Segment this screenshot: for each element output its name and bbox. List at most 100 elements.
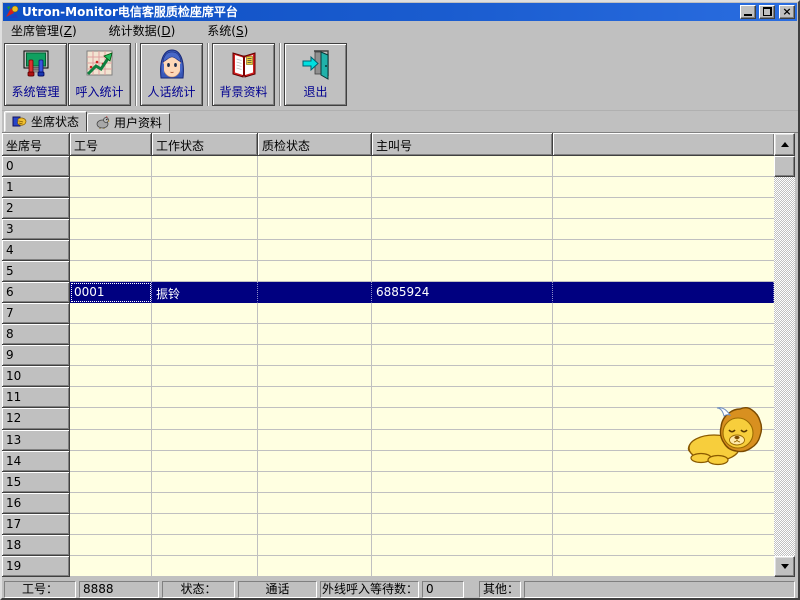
grid-cell[interactable]: [372, 387, 553, 408]
grid-cell[interactable]: [152, 493, 258, 514]
grid-cell[interactable]: [152, 514, 258, 535]
close-button[interactable]: ×: [779, 5, 795, 19]
table-row[interactable]: 15: [2, 472, 774, 493]
grid-cell[interactable]: [70, 156, 152, 177]
scrollbar-thumb[interactable]: [774, 156, 795, 177]
grid-cell[interactable]: [152, 261, 258, 282]
grid-cell[interactable]: [70, 430, 152, 451]
grid-cell[interactable]: [258, 535, 372, 556]
system-manage-button[interactable]: 系统管理: [4, 43, 67, 106]
grid-cell[interactable]: [152, 219, 258, 240]
seat-number-cell[interactable]: 16: [2, 493, 70, 514]
grid-cell[interactable]: [258, 219, 372, 240]
column-header-worker-id[interactable]: 工号: [70, 133, 152, 156]
grid-cell[interactable]: [372, 472, 553, 493]
grid-cell[interactable]: [70, 366, 152, 387]
table-row[interactable]: 4: [2, 240, 774, 261]
seat-number-cell[interactable]: 18: [2, 535, 70, 556]
grid-cell[interactable]: 0001: [70, 282, 152, 303]
seat-number-cell[interactable]: 1: [2, 177, 70, 198]
grid-cell[interactable]: [152, 430, 258, 451]
grid-cell[interactable]: [258, 408, 372, 429]
grid-cell[interactable]: [152, 556, 258, 577]
table-row[interactable]: 1: [2, 177, 774, 198]
column-header-seat[interactable]: 坐席号: [2, 133, 70, 156]
seat-number-cell[interactable]: 9: [2, 345, 70, 366]
column-header-qc-state[interactable]: 质检状态: [258, 133, 372, 156]
grid-cell[interactable]: [258, 198, 372, 219]
incoming-stats-button[interactable]: 呼入统计: [68, 43, 131, 106]
grid-cell[interactable]: [70, 177, 152, 198]
menu-statistics-data[interactable]: 统计数据(D): [103, 20, 182, 41]
column-header-work-state[interactable]: 工作状态: [152, 133, 258, 156]
grid-cell[interactable]: [70, 556, 152, 577]
seat-number-cell[interactable]: 14: [2, 451, 70, 472]
grid-cell[interactable]: [258, 303, 372, 324]
grid-cell[interactable]: [70, 472, 152, 493]
table-row[interactable]: 0: [2, 156, 774, 177]
seat-number-cell[interactable]: 2: [2, 198, 70, 219]
grid-cell[interactable]: [372, 240, 553, 261]
grid-cell[interactable]: [70, 219, 152, 240]
table-row-selected[interactable]: 60001振铃6885924: [2, 282, 774, 303]
table-row[interactable]: 3: [2, 219, 774, 240]
table-row[interactable]: 11: [2, 387, 774, 408]
menu-system[interactable]: 系统(S): [201, 20, 254, 41]
grid-cell[interactable]: [152, 408, 258, 429]
seat-number-cell[interactable]: 11: [2, 387, 70, 408]
table-row[interactable]: 16: [2, 493, 774, 514]
grid-cell[interactable]: [70, 514, 152, 535]
table-row[interactable]: 19: [2, 556, 774, 577]
seat-number-cell[interactable]: 5: [2, 261, 70, 282]
column-header-caller-number[interactable]: 主叫号: [372, 133, 553, 156]
grid-cell[interactable]: 振铃: [152, 282, 258, 303]
grid-cell[interactable]: [372, 219, 553, 240]
seat-number-cell[interactable]: 10: [2, 366, 70, 387]
table-row[interactable]: 14: [2, 451, 774, 472]
background-data-button[interactable]: 背景资料: [212, 43, 275, 106]
grid-cell[interactable]: [258, 324, 372, 345]
seat-number-cell[interactable]: 0: [2, 156, 70, 177]
table-row[interactable]: 13: [2, 430, 774, 451]
grid-cell[interactable]: [152, 451, 258, 472]
grid-cell[interactable]: [70, 451, 152, 472]
grid-cell[interactable]: [372, 408, 553, 429]
table-row[interactable]: 2: [2, 198, 774, 219]
grid-cell[interactable]: [372, 366, 553, 387]
seat-number-cell[interactable]: 8: [2, 324, 70, 345]
tab-user-data[interactable]: 用户资料: [87, 113, 170, 132]
table-row[interactable]: 5: [2, 261, 774, 282]
grid-cell[interactable]: [372, 177, 553, 198]
grid-cell[interactable]: [152, 366, 258, 387]
grid-cell[interactable]: [258, 261, 372, 282]
grid-cell[interactable]: [372, 535, 553, 556]
seat-number-cell[interactable]: 19: [2, 556, 70, 577]
grid-cell[interactable]: 6885924: [372, 282, 553, 303]
grid-cell[interactable]: [258, 282, 372, 303]
table-row[interactable]: 8: [2, 324, 774, 345]
grid-cell[interactable]: [70, 493, 152, 514]
grid-cell[interactable]: [258, 493, 372, 514]
grid-cell[interactable]: [152, 324, 258, 345]
grid-cell[interactable]: [258, 556, 372, 577]
grid-cell[interactable]: [258, 472, 372, 493]
grid-cell[interactable]: [372, 261, 553, 282]
exit-button[interactable]: 退出: [284, 43, 347, 106]
seat-number-cell[interactable]: 3: [2, 219, 70, 240]
grid-cell[interactable]: [152, 198, 258, 219]
table-row[interactable]: 10: [2, 366, 774, 387]
seat-number-cell[interactable]: 17: [2, 514, 70, 535]
grid-cell[interactable]: [372, 430, 553, 451]
grid-cell[interactable]: [258, 177, 372, 198]
grid-cell[interactable]: [372, 303, 553, 324]
call-stats-button[interactable]: 人话统计: [140, 43, 203, 106]
grid-cell[interactable]: [152, 472, 258, 493]
grid-cell[interactable]: [258, 387, 372, 408]
seat-number-cell[interactable]: 15: [2, 472, 70, 493]
grid-cell[interactable]: [372, 324, 553, 345]
grid-cell[interactable]: [152, 535, 258, 556]
grid-cell[interactable]: [152, 303, 258, 324]
table-row[interactable]: 7: [2, 303, 774, 324]
menu-seat-management[interactable]: 坐席管理(Z): [5, 20, 83, 41]
scroll-up-button[interactable]: [774, 133, 795, 156]
